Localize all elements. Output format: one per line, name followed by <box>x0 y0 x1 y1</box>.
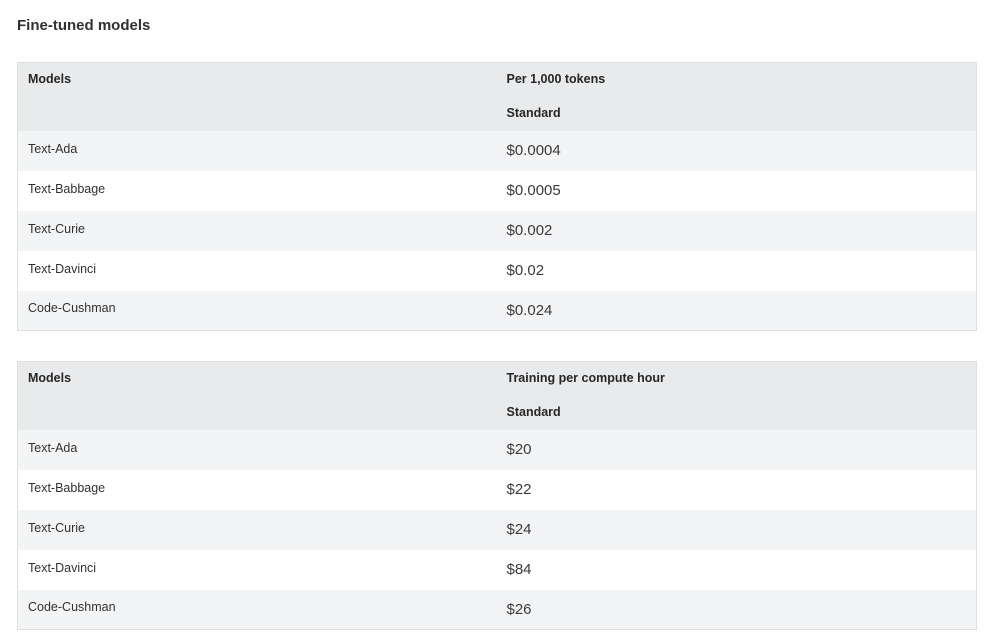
price-cell: $22 <box>496 469 977 510</box>
table-row: Text-Davinci $84 <box>17 549 977 590</box>
price-column-header: Training per compute hour <box>496 361 977 396</box>
table-row: Text-Ada $20 <box>17 429 977 470</box>
table-row: Code-Cushman $26 <box>17 589 977 630</box>
model-name-cell: Text-Ada <box>17 429 497 470</box>
price-cell: $0.0005 <box>496 170 977 211</box>
table-row: Text-Ada $0.0004 <box>17 130 977 171</box>
tier-column-header: Standard <box>496 395 977 430</box>
price-cell: $20 <box>496 429 977 470</box>
price-cell: $26 <box>496 589 977 630</box>
table-row: Text-Davinci $0.02 <box>17 250 977 291</box>
table-row: Text-Curie $24 <box>17 509 977 550</box>
training-pricing-table: Models Training per compute hour Standar… <box>17 361 977 630</box>
price-cell: $84 <box>496 549 977 590</box>
price-cell: $0.024 <box>496 290 977 331</box>
model-name-cell: Code-Cushman <box>17 589 497 630</box>
table-row: Text-Babbage $0.0005 <box>17 170 977 211</box>
usage-pricing-table: Models Per 1,000 tokens Standard Text-Ad… <box>17 62 977 331</box>
section-title: Fine-tuned models <box>17 17 151 34</box>
tier-column-header: Standard <box>496 96 977 131</box>
table-row: Text-Babbage $22 <box>17 469 977 510</box>
price-cell: $24 <box>496 509 977 550</box>
models-column-header: Models <box>17 361 497 430</box>
price-cell: $0.0004 <box>496 130 977 171</box>
price-cell: $0.002 <box>496 210 977 251</box>
model-name-cell: Text-Babbage <box>17 170 497 211</box>
model-name-cell: Text-Curie <box>17 210 497 251</box>
model-name-cell: Text-Davinci <box>17 250 497 291</box>
table-row: Text-Curie $0.002 <box>17 210 977 251</box>
table-row: Code-Cushman $0.024 <box>17 290 977 331</box>
model-name-cell: Text-Curie <box>17 509 497 550</box>
price-cell: $0.02 <box>496 250 977 291</box>
model-name-cell: Text-Davinci <box>17 549 497 590</box>
model-name-cell: Code-Cushman <box>17 290 497 331</box>
price-column-header: Per 1,000 tokens <box>496 62 977 97</box>
model-name-cell: Text-Ada <box>17 130 497 171</box>
model-name-cell: Text-Babbage <box>17 469 497 510</box>
models-column-header: Models <box>17 62 497 131</box>
